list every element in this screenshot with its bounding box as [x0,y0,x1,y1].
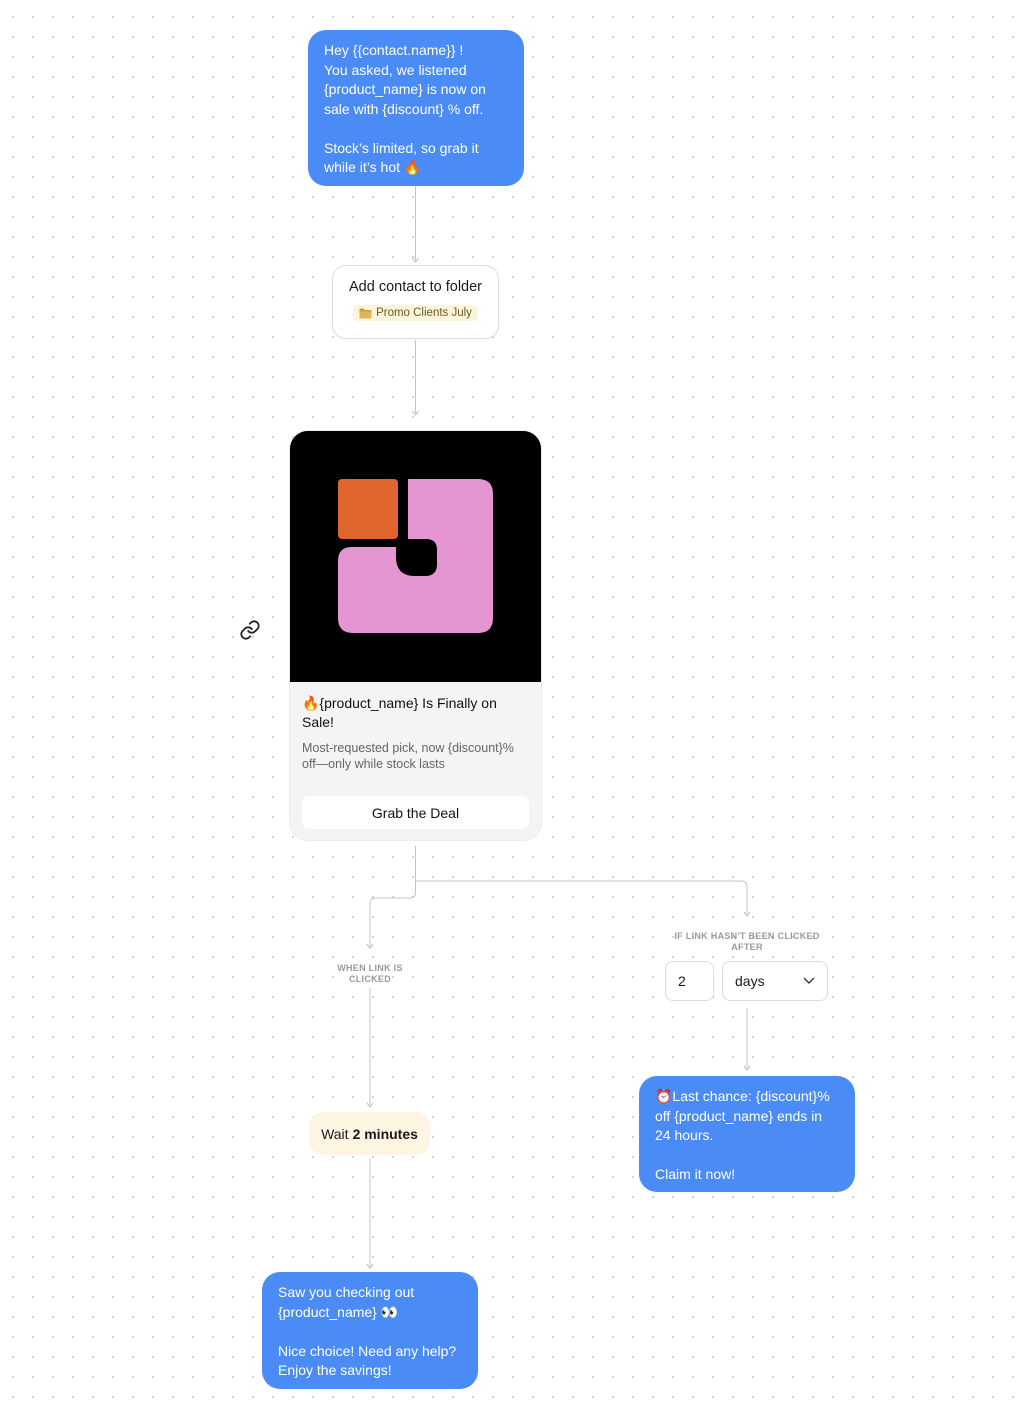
image-orange-square [338,479,398,539]
product-image [290,431,541,682]
wait-node[interactable]: Wait 2 minutes [309,1112,430,1155]
arrowhead [743,911,751,917]
promo-card-description: Most-requested pick, now {discount}% off… [302,741,514,771]
arrowhead [366,1102,374,1108]
arrowhead [366,1263,374,1269]
delay-value-input[interactable]: 2 [665,961,714,1001]
folder-node-title: Add contact to folder [349,279,482,295]
arrowhead [366,943,374,949]
connector-branch-not-clicked [415,880,748,914]
arrowhead [743,1065,751,1071]
folder-name: Promo Clients July [376,307,472,319]
arrowhead [412,410,419,416]
promo-card-title: 🔥{product_name} Is Finally on Sale! [302,695,497,730]
delay-unit-select[interactable]: days [722,961,828,1001]
folder-icon [359,308,372,318]
branch-label-clicked: WHEN LINK IS CLICKED [337,963,403,984]
add-to-folder-node[interactable]: Add contact to folder Promo Clients July [332,265,499,339]
connector-branch-clicked [369,881,416,946]
delay-unit: days [735,973,765,989]
delay-value: 2 [678,973,686,989]
promo-card-node[interactable]: 🔥{product_name} Is Finally on Sale! Most… [290,431,541,840]
branch-label-not-clicked: IF LINK HASN'T BEEN CLICKED AFTER [674,931,820,952]
link-icon[interactable] [239,619,261,641]
last-chance-message-bubble[interactable]: ⏰Last chance: {discount}% off {product_n… [639,1076,855,1192]
grab-the-deal-button[interactable]: Grab the Deal [302,796,529,829]
chevron-down-icon [803,977,815,984]
intro-message-bubble[interactable]: Hey {{contact.name}} ! You asked, we lis… [308,30,524,186]
wait-duration: 2 minutes [352,1125,418,1142]
clicked-followup-message-bubble[interactable]: Saw you checking out {product_name} 👀 Ni… [262,1272,478,1389]
arrowhead [412,257,419,263]
folder-tag: Promo Clients July [353,305,478,321]
wait-prefix: Wait [321,1125,349,1142]
